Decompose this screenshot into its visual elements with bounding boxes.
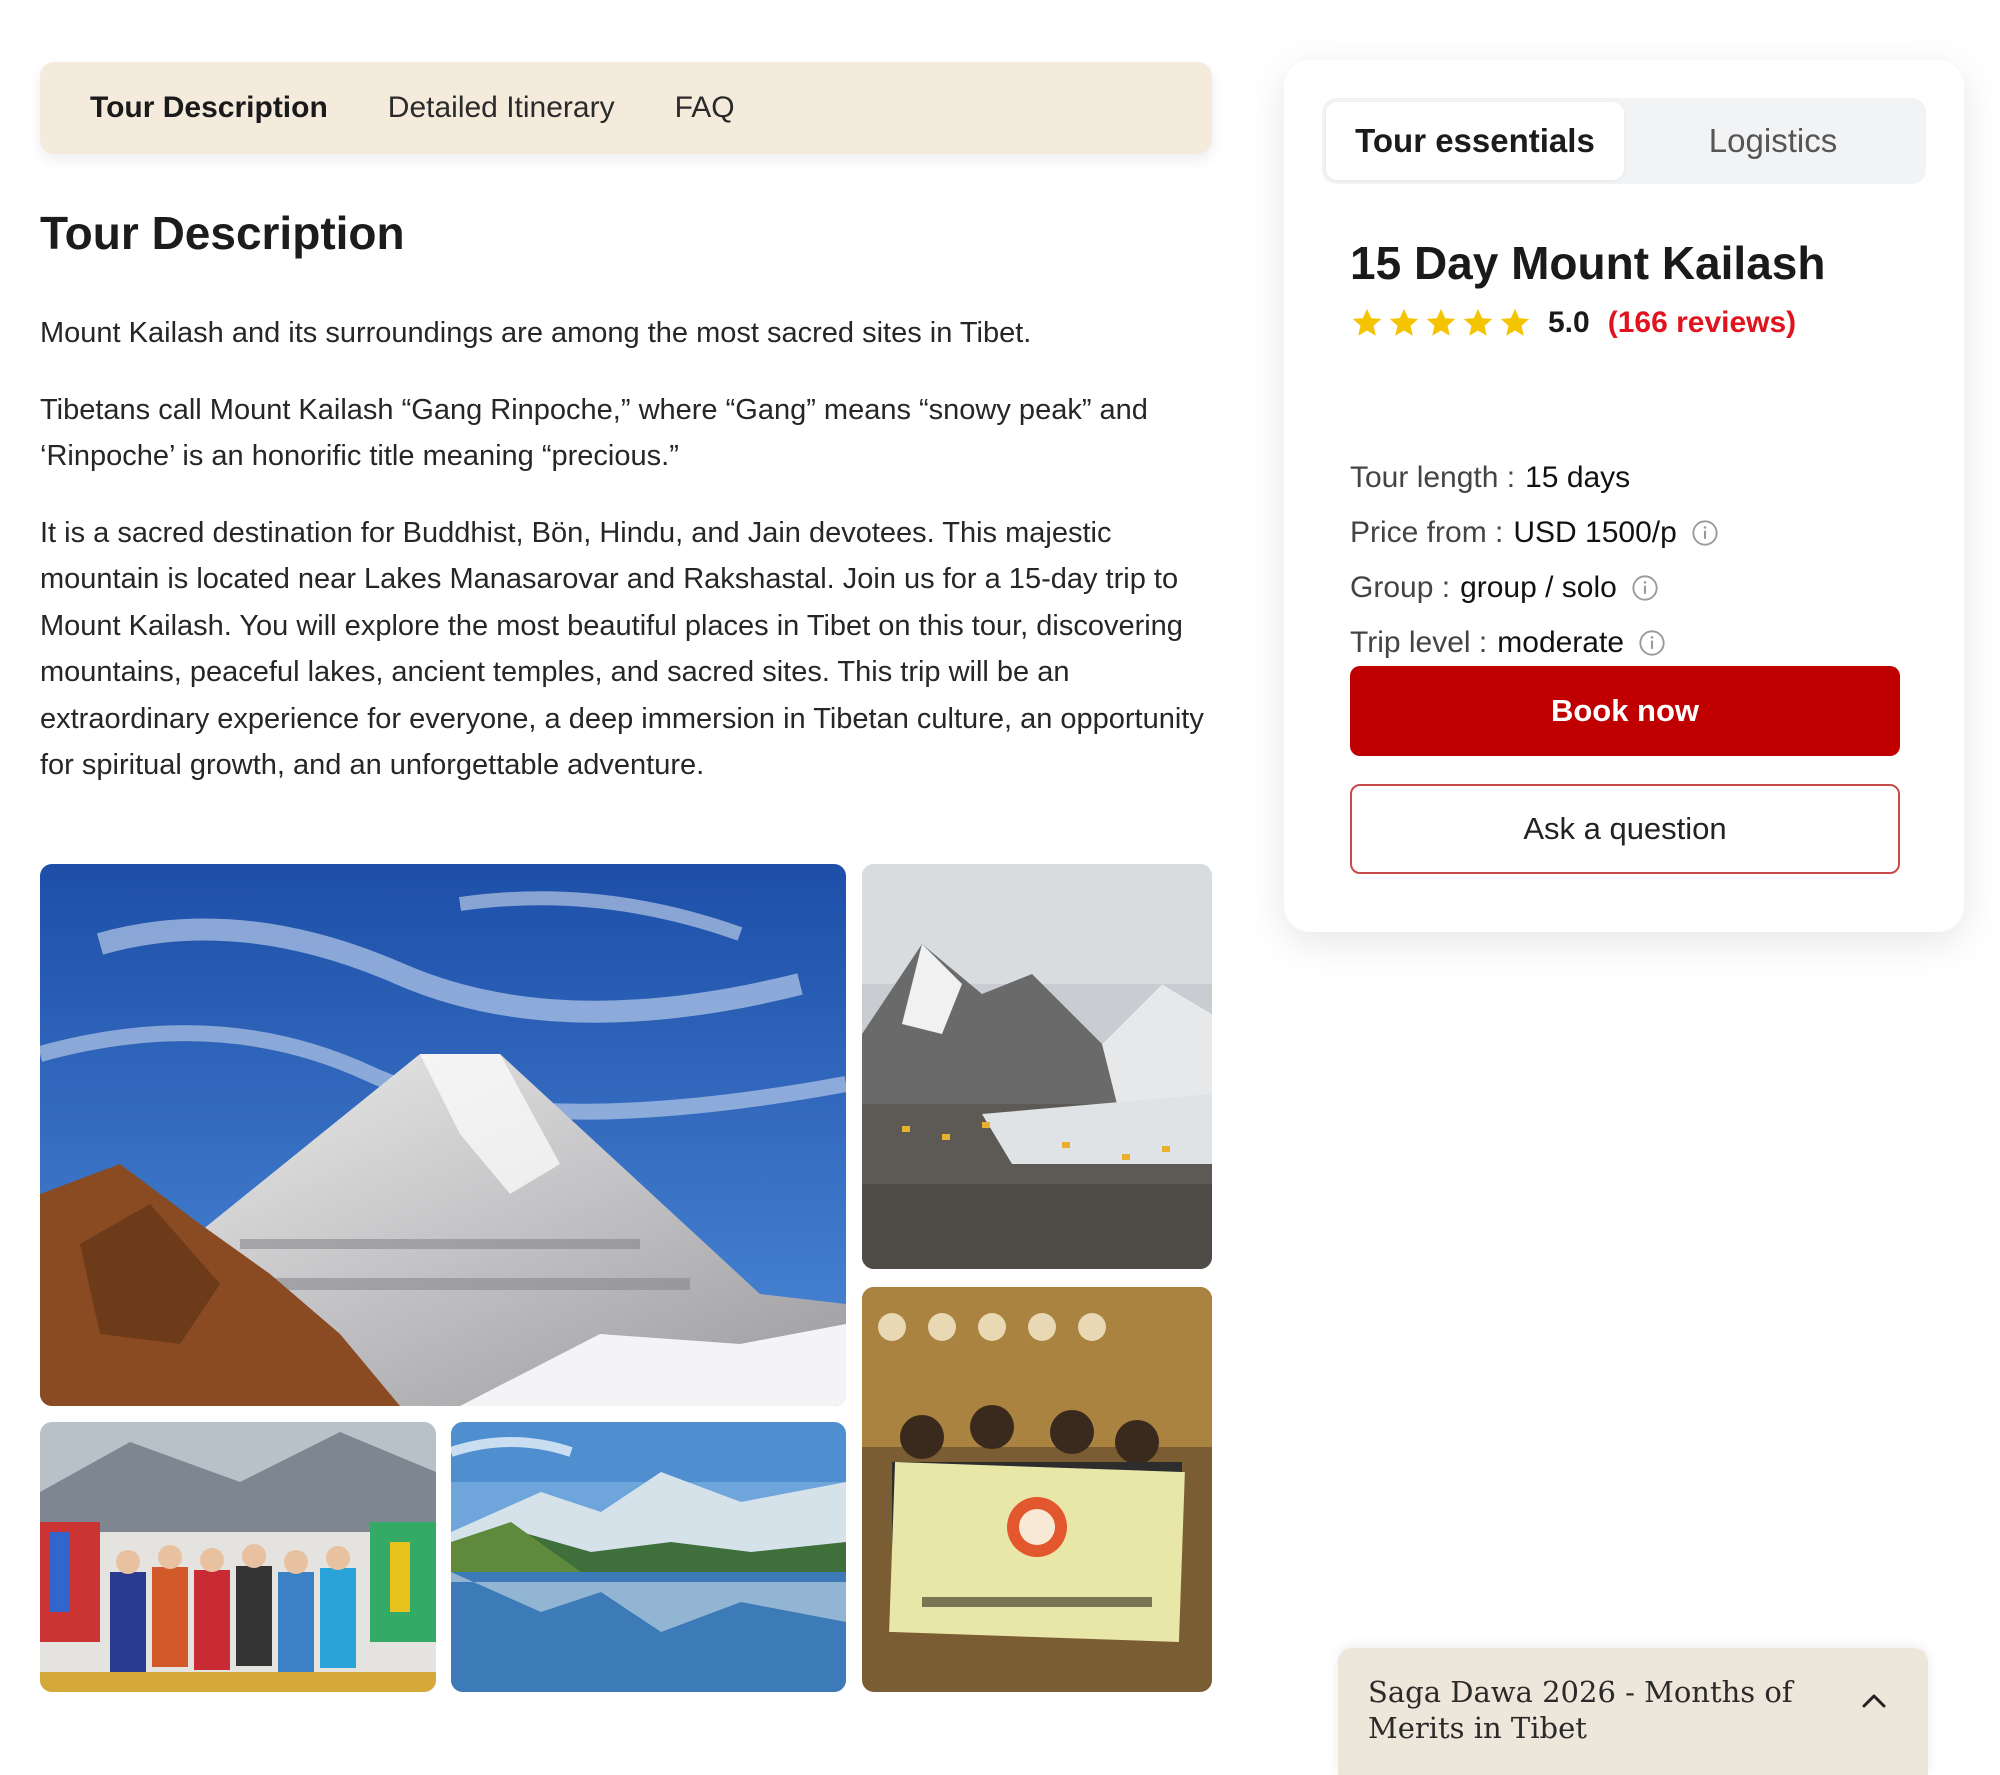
card-segment-control: Tour essentials Logistics: [1322, 98, 1926, 184]
photo-group-with-banner[interactable]: [862, 1287, 1212, 1692]
rating-score: 5.0: [1548, 306, 1590, 339]
fact-tour-length: Tour length : 15 days: [1350, 450, 1719, 505]
star-icon: [1426, 308, 1456, 336]
fact-label: Group :: [1350, 570, 1451, 604]
tab-tour-description[interactable]: Tour Description: [90, 91, 328, 125]
promo-banner[interactable]: Saga Dawa 2026 - Months of Merits in Tib…: [1338, 1648, 1928, 1775]
chevron-up-icon[interactable]: [1860, 1690, 1888, 1710]
fact-value: moderate: [1497, 625, 1625, 659]
info-icon[interactable]: [1638, 629, 1666, 657]
fact-label: Tour length :: [1350, 460, 1516, 494]
tab-detailed-itinerary[interactable]: Detailed Itinerary: [388, 91, 615, 125]
star-icon: [1352, 308, 1382, 336]
star-icon: [1463, 308, 1493, 336]
fact-value: USD 1500/p: [1513, 515, 1677, 549]
fact-trip-level: Trip level : moderate: [1350, 615, 1719, 670]
book-now-button[interactable]: Book now: [1350, 666, 1900, 756]
promo-text: Saga Dawa 2026 - Months of Merits in Tib…: [1368, 1675, 1793, 1745]
description-paragraph: Mount Kailash and its surroundings are a…: [40, 317, 1032, 349]
tour-title: 15 Day Mount Kailash: [1350, 237, 1826, 289]
tab-logistics[interactable]: Logistics: [1624, 102, 1922, 180]
rating: 5.0 (166 reviews): [1350, 300, 1796, 346]
fact-value: 15 days: [1525, 460, 1631, 494]
reviews-link[interactable]: (166 reviews): [1608, 306, 1796, 340]
fact-value: group / solo: [1460, 570, 1617, 604]
tab-faq[interactable]: FAQ: [675, 91, 735, 125]
tour-description-text: Mount Kailash and its surroundings are a…: [40, 310, 1220, 819]
photo-everest-base-camp[interactable]: [862, 864, 1212, 1269]
ask-question-button[interactable]: Ask a question: [1350, 784, 1900, 874]
star-icon: [1389, 308, 1419, 336]
rating-stars: [1350, 306, 1532, 340]
description-paragraph: Tibetans call Mount Kailash “Gang Rinpoc…: [40, 393, 1148, 473]
tab-tour-essentials[interactable]: Tour essentials: [1326, 102, 1624, 180]
info-icon[interactable]: [1631, 574, 1659, 602]
photo-mount-kailash[interactable]: [40, 864, 846, 1406]
star-icon: [1500, 308, 1530, 336]
photo-mountain-lake[interactable]: [451, 1422, 846, 1692]
photo-trekkers-prayer-flags[interactable]: [40, 1422, 436, 1692]
fact-price: Price from : USD 1500/p: [1350, 505, 1719, 560]
fact-label: Trip level :: [1350, 625, 1488, 659]
fact-label: Price from :: [1350, 515, 1504, 549]
tour-summary-card: Tour essentials Logistics 15 Day Mount K…: [1284, 60, 1964, 932]
description-tabbar: Tour Description Detailed Itinerary FAQ: [40, 62, 1212, 154]
section-title: Tour Description: [40, 207, 405, 259]
fact-group: Group : group / solo: [1350, 560, 1719, 615]
description-paragraph: It is a sacred destination for Buddhist,…: [40, 516, 1204, 782]
tour-facts: Tour length : 15 days Price from : USD 1…: [1350, 450, 1719, 670]
info-icon[interactable]: [1691, 519, 1719, 547]
